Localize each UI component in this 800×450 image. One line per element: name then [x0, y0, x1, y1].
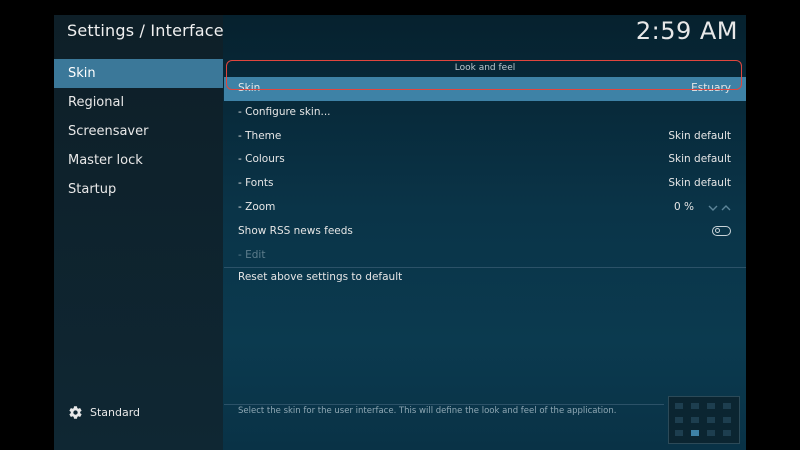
sidebar: Settings / Interface Skin Regional Scree…: [54, 15, 224, 450]
settings-rows: Skin Estuary - Configure skin... - Theme…: [224, 77, 746, 267]
settings-window: Settings / Interface Skin Regional Scree…: [54, 15, 746, 450]
setting-colours[interactable]: - Colours Skin default: [224, 148, 746, 172]
setting-label: - Edit: [238, 248, 266, 261]
setting-configure-skin[interactable]: - Configure skin...: [224, 101, 746, 125]
setting-label: Show RSS news feeds: [238, 224, 353, 237]
preview-tile: [691, 430, 699, 436]
settings-level-label: Standard: [90, 405, 141, 419]
settings-level-button[interactable]: Standard: [68, 404, 140, 420]
setting-value: Skin default: [668, 153, 731, 166]
preview-tile: [675, 430, 683, 436]
skin-preview-thumbnail: [668, 396, 740, 444]
toggle-knob: [715, 228, 720, 234]
rss-toggle[interactable]: [712, 225, 731, 236]
section-label: Look and feel: [454, 63, 516, 73]
setting-value: Skin default: [668, 129, 731, 142]
zoom-spinner[interactable]: [708, 196, 731, 220]
chevron-down-icon[interactable]: [708, 205, 718, 211]
setting-label: - Zoom: [238, 200, 276, 213]
preview-tile: [675, 403, 683, 409]
help-divider: [224, 404, 664, 405]
help-text: Select the skin for the user interface. …: [238, 406, 617, 416]
preview-tile: [723, 417, 731, 423]
setting-value: 0 %: [674, 200, 694, 213]
sidebar-item-master-lock[interactable]: Master lock: [54, 146, 223, 175]
setting-label: - Fonts: [238, 177, 274, 190]
sidebar-item-regional[interactable]: Regional: [54, 88, 223, 117]
reset-settings-button[interactable]: Reset above settings to default: [224, 266, 746, 290]
sidebar-item-screensaver[interactable]: Screensaver: [54, 117, 223, 146]
setting-edit-rss: - Edit: [224, 244, 746, 268]
reset-settings-row[interactable]: Reset above settings to default: [224, 266, 746, 290]
gear-icon: [69, 405, 82, 419]
preview-tile: [707, 417, 715, 423]
preview-tile: [723, 430, 731, 436]
setting-label: - Configure skin...: [238, 105, 331, 118]
setting-label: - Theme: [238, 129, 282, 142]
page-title: Settings / Interface: [67, 21, 224, 40]
setting-fonts[interactable]: - Fonts Skin default: [224, 172, 746, 196]
setting-value: Skin default: [668, 177, 731, 190]
preview-tile: [707, 403, 715, 409]
sidebar-item-startup[interactable]: Startup: [54, 175, 223, 204]
sidebar-item-skin[interactable]: Skin: [54, 59, 223, 88]
setting-skin[interactable]: Skin Estuary: [224, 77, 746, 101]
clock: 2:59 AM: [635, 17, 738, 45]
setting-label: Skin: [238, 82, 261, 94]
setting-value: Estuary: [691, 82, 731, 94]
setting-label: Reset above settings to default: [238, 271, 403, 283]
preview-tile: [691, 403, 699, 409]
setting-show-rss[interactable]: Show RSS news feeds: [224, 220, 746, 244]
setting-label: - Colours: [238, 153, 285, 166]
setting-theme[interactable]: - Theme Skin default: [224, 125, 746, 149]
setting-zoom[interactable]: - Zoom 0 %: [224, 196, 746, 220]
category-list: Skin Regional Screensaver Master lock St…: [54, 59, 223, 204]
preview-tile: [723, 403, 731, 409]
preview-tile: [691, 417, 699, 423]
settings-list: Look and feel Skin Estuary - Configure s…: [224, 59, 746, 409]
preview-tile: [707, 430, 715, 436]
preview-tile: [675, 417, 683, 423]
chevron-up-icon[interactable]: [721, 204, 731, 211]
